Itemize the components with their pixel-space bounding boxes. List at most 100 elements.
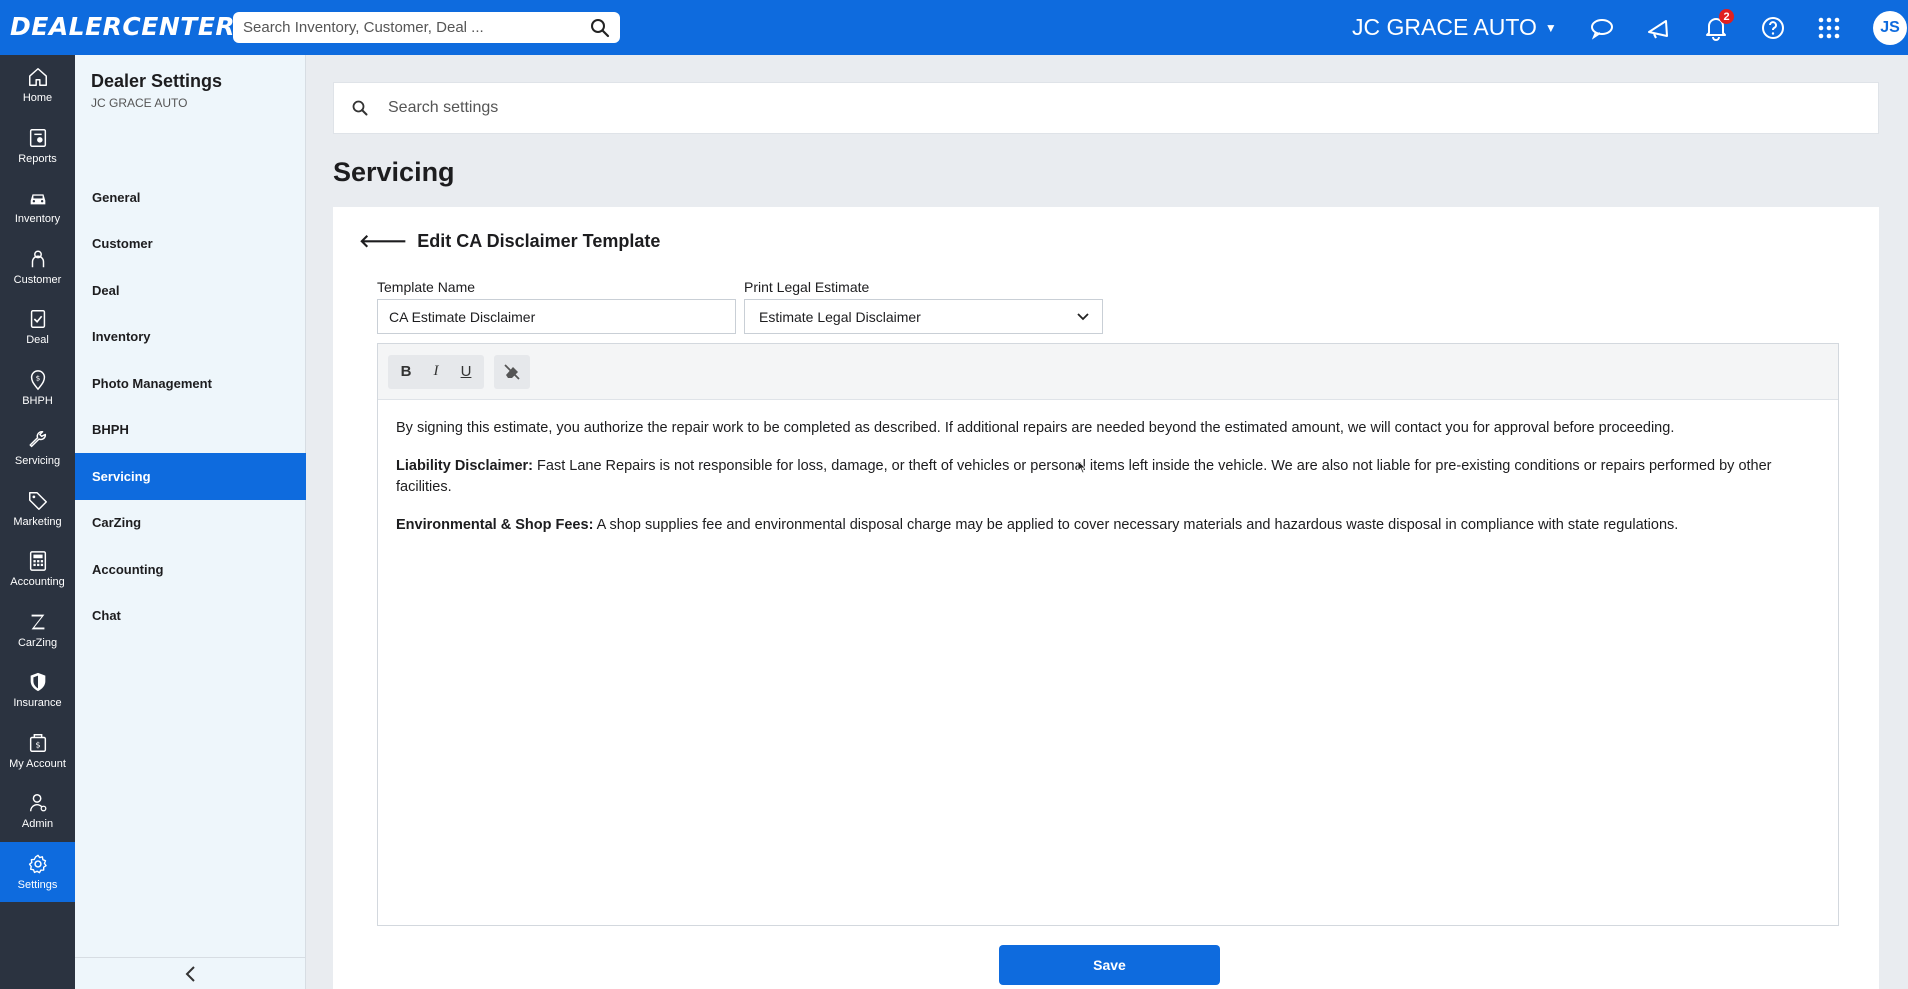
chevron-down-icon bbox=[1077, 312, 1089, 320]
svg-text:$: $ bbox=[35, 373, 40, 382]
nav-carzing[interactable]: CarZing bbox=[0, 600, 75, 661]
underline-button[interactable]: U bbox=[452, 358, 480, 386]
editor-content[interactable]: By signing this estimate, you authorize … bbox=[378, 400, 1838, 571]
fees-heading: Environmental & Shop Fees: bbox=[396, 517, 594, 533]
home-icon bbox=[28, 68, 47, 87]
clear-format-group bbox=[494, 354, 530, 389]
back-button[interactable]: 🡐 Edit CA Disclaimer Template bbox=[359, 231, 660, 252]
calculator-icon bbox=[29, 551, 46, 572]
admin-icon bbox=[29, 794, 46, 812]
format-button-group: B I U bbox=[388, 354, 484, 389]
page-title: Servicing bbox=[333, 157, 455, 187]
nav-label: Customer bbox=[13, 273, 62, 286]
nav-settings[interactable]: Settings bbox=[0, 841, 75, 902]
nav-label: Admin bbox=[21, 818, 54, 831]
top-bar: DEALERCENTER JC GRACE AUTO ▼ 2 JS bbox=[0, 0, 1908, 55]
rich-text-editor: B I U By signing this estimate, you auth… bbox=[377, 343, 1839, 926]
nav-label: Reports bbox=[18, 152, 57, 165]
nav-label: Inventory bbox=[14, 213, 61, 226]
card-title: Edit CA Disclaimer Template bbox=[417, 231, 661, 251]
paragraph-fees: Environmental & Shop Fees: A shop suppli… bbox=[396, 515, 1820, 536]
liability-heading: Liability Disclaimer: bbox=[396, 458, 533, 474]
global-search[interactable] bbox=[233, 12, 620, 43]
nav-home[interactable]: Home bbox=[0, 55, 75, 116]
nav-servicing[interactable]: Servicing bbox=[0, 418, 75, 479]
tag-icon bbox=[28, 491, 47, 510]
mouse-cursor-icon bbox=[1077, 460, 1087, 474]
collapse-panel-button[interactable] bbox=[75, 957, 306, 989]
nav-label: My Account bbox=[9, 757, 66, 770]
nav-bhph[interactable]: $ BHPH bbox=[0, 358, 75, 419]
panel-title: Dealer Settings bbox=[91, 71, 223, 91]
notification-badge: 2 bbox=[1719, 9, 1734, 24]
settings-item-general[interactable]: General bbox=[75, 174, 306, 221]
bhph-icon: $ bbox=[30, 369, 45, 391]
eraser-icon bbox=[504, 363, 520, 380]
template-name-label: Template Name bbox=[377, 279, 476, 295]
search-icon[interactable] bbox=[590, 18, 610, 38]
customer-icon bbox=[31, 250, 44, 267]
save-button[interactable]: Save bbox=[999, 945, 1220, 985]
nav-accounting[interactable]: Accounting bbox=[0, 539, 75, 600]
reports-icon bbox=[29, 128, 46, 147]
chat-icon[interactable] bbox=[1588, 14, 1616, 42]
search-icon bbox=[352, 100, 368, 116]
global-search-input[interactable] bbox=[243, 19, 590, 36]
apps-grid-icon[interactable] bbox=[1815, 14, 1843, 42]
italic-button[interactable]: I bbox=[422, 358, 450, 386]
settings-search[interactable] bbox=[333, 82, 1879, 134]
arrow-left-icon: 🡐 bbox=[359, 231, 408, 251]
wrench-icon bbox=[28, 431, 46, 448]
settings-item-bhph[interactable]: BHPH bbox=[75, 407, 306, 454]
gear-icon bbox=[28, 854, 47, 874]
print-legal-estimate-label: Print Legal Estimate bbox=[744, 279, 870, 295]
nav-label: Settings bbox=[17, 878, 58, 891]
settings-item-deal[interactable]: Deal bbox=[75, 267, 306, 314]
settings-category-list: General Customer Deal Inventory Photo Ma… bbox=[75, 174, 306, 639]
edit-template-card: 🡐 Edit CA Disclaimer Template Template N… bbox=[333, 207, 1879, 989]
nav-insurance[interactable]: Insurance bbox=[0, 660, 75, 721]
nav-customer[interactable]: Customer bbox=[0, 237, 75, 298]
nav-admin[interactable]: Admin bbox=[0, 781, 75, 842]
settings-item-inventory[interactable]: Inventory bbox=[75, 314, 306, 361]
template-name-input[interactable] bbox=[377, 299, 736, 334]
carzing-icon bbox=[31, 614, 44, 630]
main-nav-rail: Home Reports Inventory Customer Deal $ B… bbox=[0, 55, 75, 989]
account-icon: $ bbox=[29, 733, 46, 752]
help-icon[interactable] bbox=[1759, 14, 1787, 42]
nav-reports[interactable]: Reports bbox=[0, 116, 75, 177]
bell-icon[interactable]: 2 bbox=[1702, 9, 1734, 42]
settings-item-chat[interactable]: Chat bbox=[75, 593, 306, 640]
paragraph-liability: Liability Disclaimer: Fast Lane Repairs … bbox=[396, 456, 1820, 498]
logo[interactable]: DEALERCENTER bbox=[10, 12, 235, 41]
settings-item-accounting[interactable]: Accounting bbox=[75, 546, 306, 593]
editor-toolbar: B I U bbox=[378, 344, 1838, 400]
nav-inventory[interactable]: Inventory bbox=[0, 176, 75, 237]
nav-label: CarZing bbox=[17, 636, 58, 649]
settings-item-carzing[interactable]: CarZing bbox=[75, 500, 306, 547]
dealer-settings-panel: Dealer Settings JC GRACE AUTO General Cu… bbox=[75, 55, 306, 989]
dealer-switcher[interactable]: JC GRACE AUTO ▼ bbox=[1352, 14, 1557, 41]
fees-text: A shop supplies fee and environmental di… bbox=[593, 517, 1679, 533]
settings-search-input[interactable] bbox=[388, 99, 1878, 117]
settings-item-servicing[interactable]: Servicing bbox=[75, 453, 306, 500]
settings-item-photo-management[interactable]: Photo Management bbox=[75, 360, 306, 407]
deal-icon bbox=[30, 310, 45, 329]
nav-label: Home bbox=[22, 92, 53, 105]
nav-label: BHPH bbox=[22, 394, 53, 407]
dealer-name: JC GRACE AUTO bbox=[1352, 14, 1537, 40]
clear-formatting-button[interactable] bbox=[498, 358, 526, 386]
nav-label: Marketing bbox=[13, 515, 62, 528]
bold-button[interactable]: B bbox=[392, 358, 420, 386]
print-legal-estimate-select[interactable]: Estimate Legal Disclaimer bbox=[744, 299, 1103, 334]
car-icon bbox=[30, 194, 45, 205]
nav-deal[interactable]: Deal bbox=[0, 297, 75, 358]
nav-label: Accounting bbox=[10, 576, 65, 589]
avatar[interactable]: JS bbox=[1873, 11, 1907, 45]
nav-marketing[interactable]: Marketing bbox=[0, 479, 75, 540]
nav-my-account[interactable]: $ My Account bbox=[0, 721, 75, 782]
paragraph-authorization: By signing this estimate, you authorize … bbox=[396, 420, 1675, 436]
nav-label: Deal bbox=[26, 334, 49, 347]
megaphone-icon[interactable] bbox=[1645, 14, 1673, 42]
settings-item-customer[interactable]: Customer bbox=[75, 221, 306, 268]
